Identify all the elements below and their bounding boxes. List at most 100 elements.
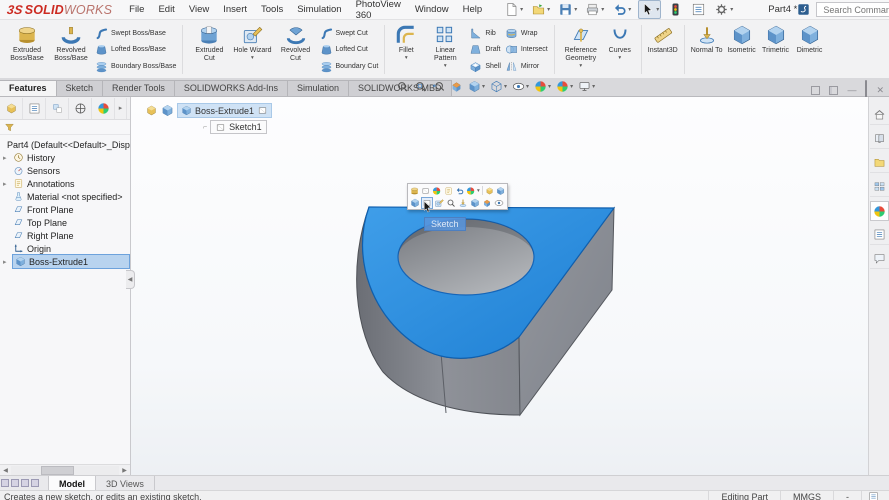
propertymanager-tab[interactable]	[23, 98, 46, 119]
scroll-left-arrow-icon[interactable]: ◀	[0, 465, 11, 476]
appearances-icon[interactable]	[432, 186, 441, 196]
featuremanager-tab[interactable]	[0, 98, 23, 119]
breadcrumb-sketch-chip[interactable]: Sketch1	[210, 120, 267, 134]
window-pane-button[interactable]	[11, 479, 19, 487]
menu-photoview[interactable]: PhotoView 360	[349, 0, 408, 23]
custom-properties-tag-icon[interactable]	[861, 491, 885, 500]
shell-button[interactable]: Shell	[469, 59, 501, 73]
reference-geometry-button[interactable]: Reference Geometry ▾	[559, 22, 603, 77]
lofted-boss-base-button[interactable]: Lofted Boss/Base	[95, 43, 176, 57]
file-explorer-tab[interactable]	[870, 153, 889, 173]
curves-button[interactable]: Curves ▾	[603, 22, 637, 77]
menu-tools[interactable]: Tools	[254, 2, 290, 17]
window-pane-button[interactable]	[21, 479, 29, 487]
edit-sketch-icon[interactable]	[421, 186, 430, 196]
tree-item-material[interactable]: Material <not specified>	[0, 190, 130, 203]
hide-show-icon[interactable]	[494, 198, 504, 208]
tree-item-right-plane[interactable]: Right Plane	[0, 229, 130, 242]
tree-item-front-plane[interactable]: Front Plane	[0, 203, 130, 216]
tree-item-origin[interactable]: Origin	[0, 242, 130, 255]
dimxpertmanager-tab[interactable]	[69, 98, 92, 119]
doc-close-button[interactable]: ✕	[876, 86, 884, 95]
reference-geometry-dropdown-icon[interactable]: ▾	[579, 64, 582, 69]
swept-cut-button[interactable]: Swept Cut	[320, 26, 379, 40]
trimetric-button[interactable]: Trimetric	[759, 22, 793, 77]
previous-view-button[interactable]	[432, 80, 445, 93]
tab-solidworks-add-ins[interactable]: SOLIDWORKS Add-Ins	[174, 80, 288, 96]
linear-pattern-button[interactable]: Linear Pattern ▾	[423, 22, 467, 77]
suppress-icon[interactable]	[455, 186, 464, 196]
intersect-button[interactable]: Intersect	[505, 43, 548, 57]
print-button[interactable]: ▾	[584, 1, 605, 18]
dropdown-icon[interactable]: ▾	[477, 188, 480, 194]
model-3d-view[interactable]	[131, 97, 868, 475]
search-commands-box[interactable]	[816, 2, 889, 17]
section-view-icon[interactable]	[482, 198, 492, 208]
hide-show-items-button[interactable]: ▾	[512, 80, 529, 93]
custom-properties-tab[interactable]	[870, 225, 889, 245]
solidworks-resources-tab[interactable]	[870, 105, 889, 125]
normal-to-icon[interactable]	[458, 198, 468, 208]
3d-views-tab[interactable]: 3D Views	[96, 476, 155, 490]
menu-help[interactable]: Help	[456, 2, 490, 17]
revolved-cut-button[interactable]: Revolved Cut	[274, 22, 318, 77]
tree-root[interactable]: Part4 (Default<<Default>_Displa	[0, 138, 130, 151]
revolved-boss-base-button[interactable]: Revolved Boss/Base	[49, 22, 93, 77]
apply-scene-button[interactable]: ▾	[556, 80, 573, 93]
tab-sketch[interactable]: Sketch	[56, 80, 104, 96]
menu-simulation[interactable]: Simulation	[290, 2, 348, 17]
expand-arrow-icon[interactable]: ▸	[3, 258, 7, 266]
extruded-boss-base-button[interactable]: Extruded Boss/Base	[5, 22, 49, 77]
boundary-cut-button[interactable]: Boundary Cut	[320, 59, 379, 73]
window-pane-button[interactable]	[1, 479, 9, 487]
save-button[interactable]: ▾	[557, 1, 578, 18]
tree-horizontal-scrollbar[interactable]: ◀ ▶	[0, 464, 130, 475]
comment-icon[interactable]	[444, 186, 453, 196]
draft-button[interactable]: Draft	[469, 43, 501, 57]
instant3d-button[interactable]: Instant3D	[646, 22, 680, 77]
pencil-icon[interactable]	[434, 198, 444, 208]
breadcrumb-feature-chip[interactable]: Boss-Extrude1	[177, 103, 272, 118]
rebuild-button[interactable]	[667, 1, 684, 18]
tree-item-annotations[interactable]: ▸Annotations	[0, 177, 130, 190]
menu-edit[interactable]: Edit	[151, 2, 181, 17]
expand-arrow-icon[interactable]: ▸	[3, 180, 7, 188]
rib-button[interactable]: Rib	[469, 26, 501, 40]
displaymanager-tab[interactable]	[92, 98, 115, 119]
isometric-button[interactable]: Isometric	[725, 22, 759, 77]
menu-insert[interactable]: Insert	[216, 2, 254, 17]
boundary-boss-base-button[interactable]: Boundary Boss/Base	[95, 59, 176, 73]
display-style-button[interactable]: ▾	[490, 80, 507, 93]
isometric-view-icon[interactable]	[470, 198, 480, 208]
wrap-button[interactable]: Wrap	[505, 26, 548, 40]
configure-feature-icon[interactable]	[496, 186, 505, 196]
tree-item-history[interactable]: ▸History	[0, 151, 130, 164]
tree-item-top-plane[interactable]: Top Plane	[0, 216, 130, 229]
parent-child-icon[interactable]	[485, 186, 494, 196]
options-gear-button[interactable]: ▾	[713, 1, 734, 18]
open-button[interactable]: ▾	[530, 1, 551, 18]
linear-pattern-dropdown-icon[interactable]: ▾	[444, 64, 447, 69]
magnified-selection-icon[interactable]	[446, 198, 456, 208]
zoom-to-area-button[interactable]	[414, 80, 427, 93]
extruded-cut-button[interactable]: Extruded Cut	[187, 22, 231, 77]
edit-feature-icon[interactable]	[410, 186, 419, 196]
units-selector[interactable]: MMGS	[780, 491, 833, 500]
panel-tabs-overflow-chevron[interactable]: ▸	[115, 98, 127, 119]
edit-appearance-button[interactable]: ▾	[534, 80, 551, 93]
mirror-button[interactable]: Mirror	[505, 59, 548, 73]
configurationmanager-tab[interactable]	[46, 98, 69, 119]
tab-simulation[interactable]: Simulation	[287, 80, 349, 96]
undo-button[interactable]: ▾	[611, 1, 632, 18]
select-tool-button[interactable]: ▾	[638, 0, 661, 19]
tree-item-boss-extrude1[interactable]: ▸Boss-Extrude1	[0, 255, 130, 268]
scroll-right-arrow-icon[interactable]: ▶	[119, 465, 130, 476]
select-body-icon[interactable]	[410, 198, 420, 208]
part-icon[interactable]	[145, 104, 158, 117]
scrollbar-track[interactable]	[11, 466, 119, 475]
file-properties-button[interactable]	[690, 1, 707, 18]
new-document-button[interactable]: ▾	[503, 1, 524, 18]
pane-split-icon[interactable]	[829, 86, 838, 95]
filter-funnel-icon[interactable]	[4, 122, 15, 133]
doc-minimize-button[interactable]: —	[847, 86, 856, 95]
